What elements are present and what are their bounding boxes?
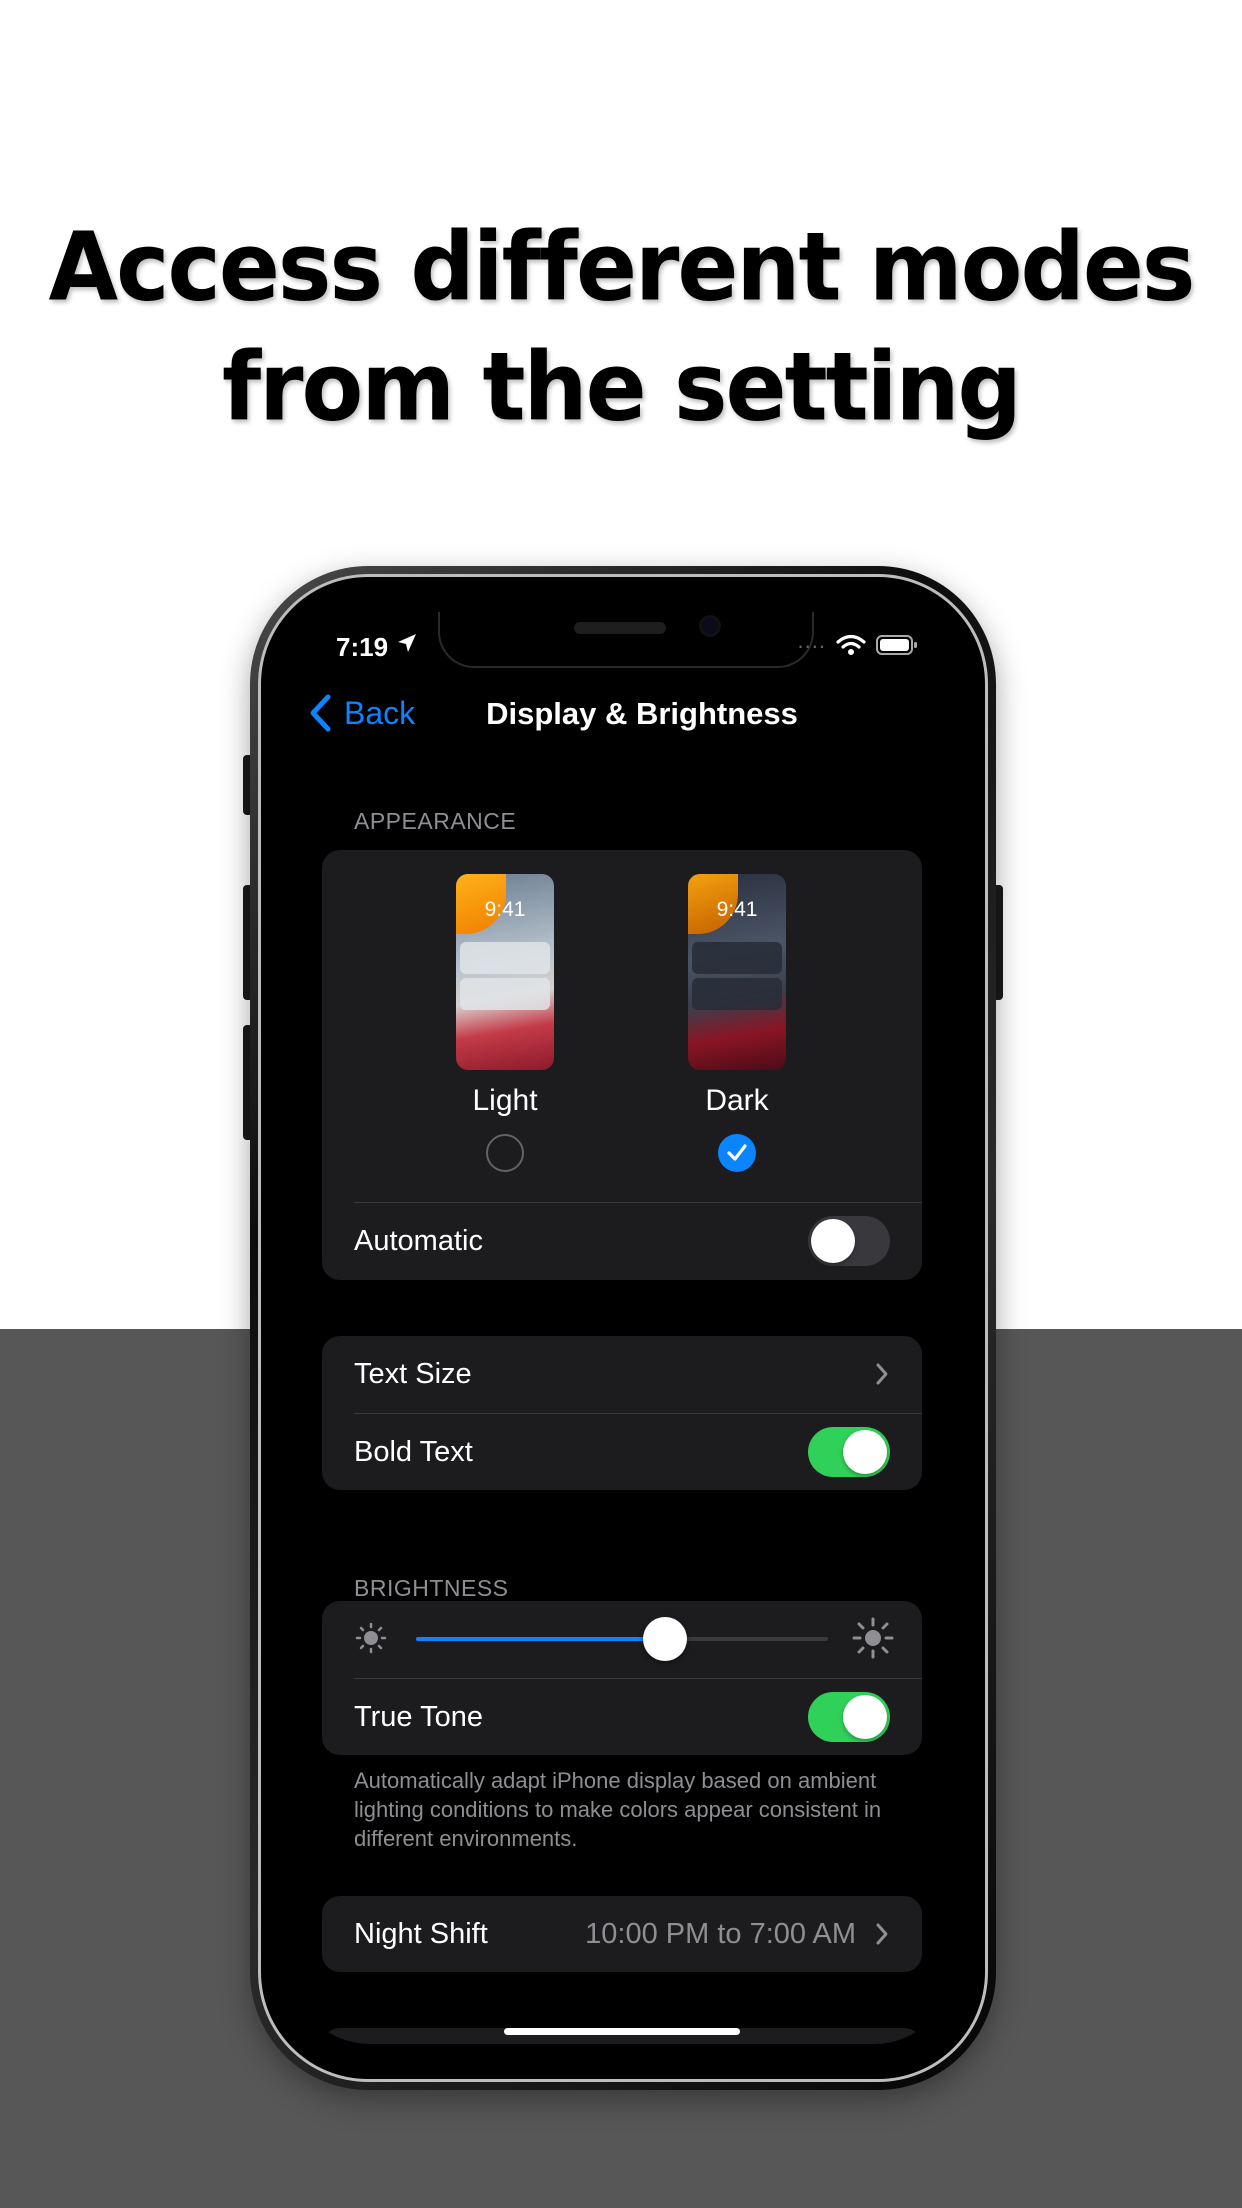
chevron-right-icon — [876, 1363, 888, 1385]
true-tone-description: Automatically adapt iPhone display based… — [354, 1768, 882, 1851]
automatic-label: Automatic — [354, 1225, 483, 1257]
location-arrow-icon — [398, 634, 416, 652]
light-preview-card-2 — [460, 978, 550, 1010]
dark-mode-radio[interactable] — [718, 1134, 756, 1172]
headline-line-2: from the setting — [222, 332, 1022, 443]
phone-screen: 7:19 .... Back Display & Brightness APPE… — [290, 612, 954, 2044]
brightness-header: BRIGHTNESS — [354, 1575, 509, 1601]
automatic-toggle[interactable] — [808, 1216, 890, 1266]
notch — [438, 612, 814, 668]
dark-preview-card-2 — [692, 978, 782, 1010]
cellular-dots: .... — [797, 628, 826, 653]
brightness-high-icon — [852, 1617, 894, 1659]
earpiece-speaker — [574, 622, 666, 634]
true-tone-label: True Tone — [354, 1700, 483, 1733]
status-icons: .... — [798, 628, 918, 656]
light-preview-time: 9:41 — [484, 898, 526, 921]
dark-mode-label: Dark — [705, 1084, 769, 1117]
wifi-icon — [836, 634, 866, 655]
light-mode-radio[interactable] — [486, 1134, 524, 1172]
light-preview-card-1 — [460, 942, 550, 974]
brightness-slider[interactable] — [416, 1617, 828, 1661]
night-shift-value: 10:00 PM to 7:00 AM — [585, 1917, 856, 1950]
home-indicator — [504, 2028, 740, 2035]
bold-text-label: Bold Text — [354, 1435, 473, 1468]
night-shift-group[interactable]: Night Shift 10:00 PM to 7:00 AM — [322, 1896, 922, 1972]
true-tone-toggle[interactable] — [808, 1692, 890, 1742]
text-settings-group: Text Size Bold Text — [322, 1336, 922, 1490]
page-title: Display & Brightness — [486, 696, 798, 731]
brightness-slider-thumb[interactable] — [643, 1617, 688, 1661]
brightness-low-icon — [355, 1622, 387, 1654]
chevron-right-icon — [876, 1923, 888, 1945]
appearance-header: APPEARANCE — [354, 808, 517, 834]
appearance-group: 9:41 Light 9:41 Dark Automatic — [322, 850, 922, 1280]
status-time: 7:19 — [336, 632, 389, 662]
dark-preview-time: 9:41 — [716, 898, 758, 921]
dark-mode-preview: 9:41 — [688, 874, 786, 1070]
checkmark-icon — [727, 1144, 747, 1161]
light-mode-label: Light — [472, 1084, 538, 1117]
battery-icon — [876, 635, 917, 655]
dark-preview-card-1 — [692, 942, 782, 974]
light-mode-preview: 9:41 — [456, 874, 554, 1070]
front-camera — [702, 618, 718, 634]
night-shift-label: Night Shift — [354, 1917, 488, 1950]
text-size-row[interactable]: Text Size — [354, 1336, 922, 1413]
bold-text-toggle[interactable] — [808, 1427, 890, 1477]
headline-line-1: Access different modes — [48, 212, 1196, 323]
brightness-group: True Tone — [322, 1601, 922, 1755]
brightness-slider-fill — [416, 1637, 666, 1641]
text-size-label: Text Size — [354, 1358, 472, 1390]
